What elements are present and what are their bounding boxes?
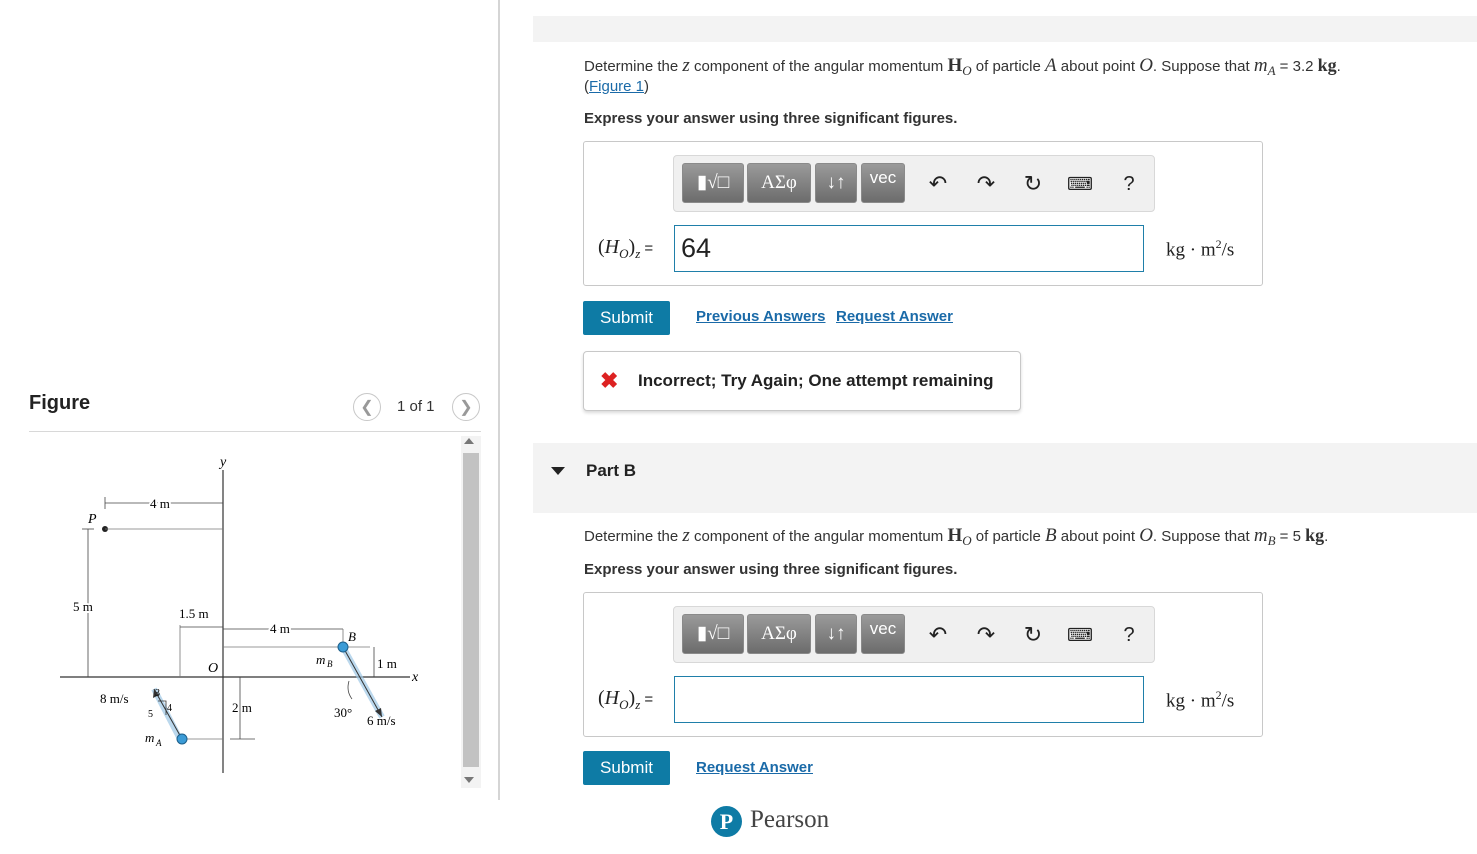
arrows-button[interactable]: ↓↑ xyxy=(815,614,857,654)
mass-a-sub: A xyxy=(155,738,162,748)
speed-a-label: 8 m/s xyxy=(100,691,129,706)
radical-template-icon: ▮√□ xyxy=(696,172,730,193)
greek-button[interactable]: ΑΣφ xyxy=(747,163,811,203)
part-b-units: kg · m2/s xyxy=(1166,688,1235,712)
mass-b-label: m xyxy=(316,652,325,667)
x-axis-label: x xyxy=(411,670,419,685)
part-a-feedback: ✖ Incorrect; Try Again; One attempt rema… xyxy=(583,351,1021,411)
undo-icon[interactable]: ↶ xyxy=(925,622,951,648)
y-axis-label: y xyxy=(218,455,227,470)
part-a-units: kg · m2/s xyxy=(1166,237,1235,261)
chevron-left-icon: ❮ xyxy=(360,399,374,416)
part-a-submit-button[interactable]: Submit xyxy=(583,301,670,335)
feedback-message: Incorrect; Try Again; One attempt remain… xyxy=(638,371,994,390)
part-b-instruction: Express your answer using three signific… xyxy=(584,561,958,578)
templates-button[interactable]: ▮√□ xyxy=(682,163,744,203)
part-b-request-answer-link[interactable]: Request Answer xyxy=(696,759,813,776)
caret-down-icon[interactable] xyxy=(551,467,565,475)
part-b-answer-input[interactable] xyxy=(674,676,1144,723)
templates-button[interactable]: ▮√□ xyxy=(682,614,744,654)
redo-icon[interactable]: ↷ xyxy=(973,171,999,197)
part-b-toolbar: ▮√□ ΑΣφ ↓↑ vec ↶ ↷ ↻ ⌨ ? xyxy=(673,606,1155,663)
part-b-title[interactable]: Part B xyxy=(586,461,636,481)
vec-button[interactable]: vec xyxy=(861,614,905,654)
angle-b-label: 30° xyxy=(334,705,352,720)
figure-pager-text: 1 of 1 xyxy=(397,398,435,415)
figure-title: Figure xyxy=(29,392,91,414)
figure-next-button[interactable]: ❯ xyxy=(452,393,480,421)
dim-1m-label: 1 m xyxy=(377,656,397,671)
panel-divider xyxy=(498,0,500,800)
particle-a-marker xyxy=(176,733,188,745)
dim-2m-label: 2 m xyxy=(232,700,252,715)
greek-button[interactable]: ΑΣφ xyxy=(747,614,811,654)
dim-4m-mid-label: 4 m xyxy=(270,621,290,636)
particle-b-marker xyxy=(337,641,349,653)
dim-4m-top-label: 4 m xyxy=(150,496,170,511)
chevron-right-icon: ❯ xyxy=(459,399,473,416)
reset-icon[interactable]: ↻ xyxy=(1020,171,1046,197)
mass-a-label: m xyxy=(145,730,154,745)
figure-scroll-thumb[interactable] xyxy=(463,453,479,767)
part-b-answer-label: (HO)z = xyxy=(598,687,654,712)
figure-link-line: (Figure 1) xyxy=(584,78,650,95)
keyboard-icon[interactable]: ⌨ xyxy=(1067,171,1093,197)
pearson-logo-icon: P xyxy=(711,806,742,837)
origin-label: O xyxy=(208,661,218,676)
part-b-question: Determine the z component of the angular… xyxy=(584,525,1329,548)
part-a-toolbar: ▮√□ ΑΣφ ↓↑ vec ↶ ↷ ↻ ⌨ ? xyxy=(673,155,1155,212)
pearson-brand: Pearson xyxy=(750,806,830,833)
part-a-answer-label: (HO)z = xyxy=(598,236,654,261)
redo-icon[interactable]: ↷ xyxy=(973,622,999,648)
part-a-question: Determine the z component of the angular… xyxy=(584,55,1341,78)
figure-prev-button[interactable]: ❮ xyxy=(353,393,381,421)
scroll-down-icon[interactable] xyxy=(464,777,474,783)
dim-1-5m-label: 1.5 m xyxy=(179,606,209,621)
point-p-label: P xyxy=(87,512,97,527)
part-b-submit-button[interactable]: Submit xyxy=(583,751,670,785)
figure-header-rule xyxy=(29,431,481,432)
part-a-request-answer-link[interactable]: Request Answer xyxy=(836,308,953,325)
scroll-up-icon[interactable] xyxy=(464,438,474,444)
tri-4-label: 4 xyxy=(167,703,172,714)
reset-icon[interactable]: ↻ xyxy=(1020,622,1046,648)
help-button[interactable]: ? xyxy=(1116,622,1142,648)
tri-3-label: 3 xyxy=(155,688,160,699)
help-button[interactable]: ? xyxy=(1116,171,1142,197)
radical-template-icon: ▮√□ xyxy=(696,623,730,644)
part-a-instruction: Express your answer using three signific… xyxy=(584,110,958,127)
dim-5m-label: 5 m xyxy=(73,599,93,614)
point-b-label: B xyxy=(348,629,356,644)
keyboard-icon[interactable]: ⌨ xyxy=(1067,622,1093,648)
incorrect-x-icon: ✖ xyxy=(600,368,619,393)
speed-b-label: 6 m/s xyxy=(367,713,396,728)
part-b-header[interactable] xyxy=(533,443,1477,513)
part-a-answer-input[interactable]: 64 xyxy=(674,225,1144,272)
figure-link[interactable]: Figure 1 xyxy=(589,78,644,95)
figure-diagram: y x O P 4 m 4 m 5 m 5 m 1.5 m 4 m 4 m B … xyxy=(60,455,419,773)
arrows-button[interactable]: ↓↑ xyxy=(815,163,857,203)
vec-button[interactable]: vec xyxy=(861,163,905,203)
mass-b-sub: B xyxy=(327,659,333,669)
undo-icon[interactable]: ↶ xyxy=(925,171,951,197)
tri-5-label: 5 xyxy=(148,709,153,720)
previous-answers-link[interactable]: Previous Answers xyxy=(696,308,826,325)
part-a-banner xyxy=(533,16,1477,42)
